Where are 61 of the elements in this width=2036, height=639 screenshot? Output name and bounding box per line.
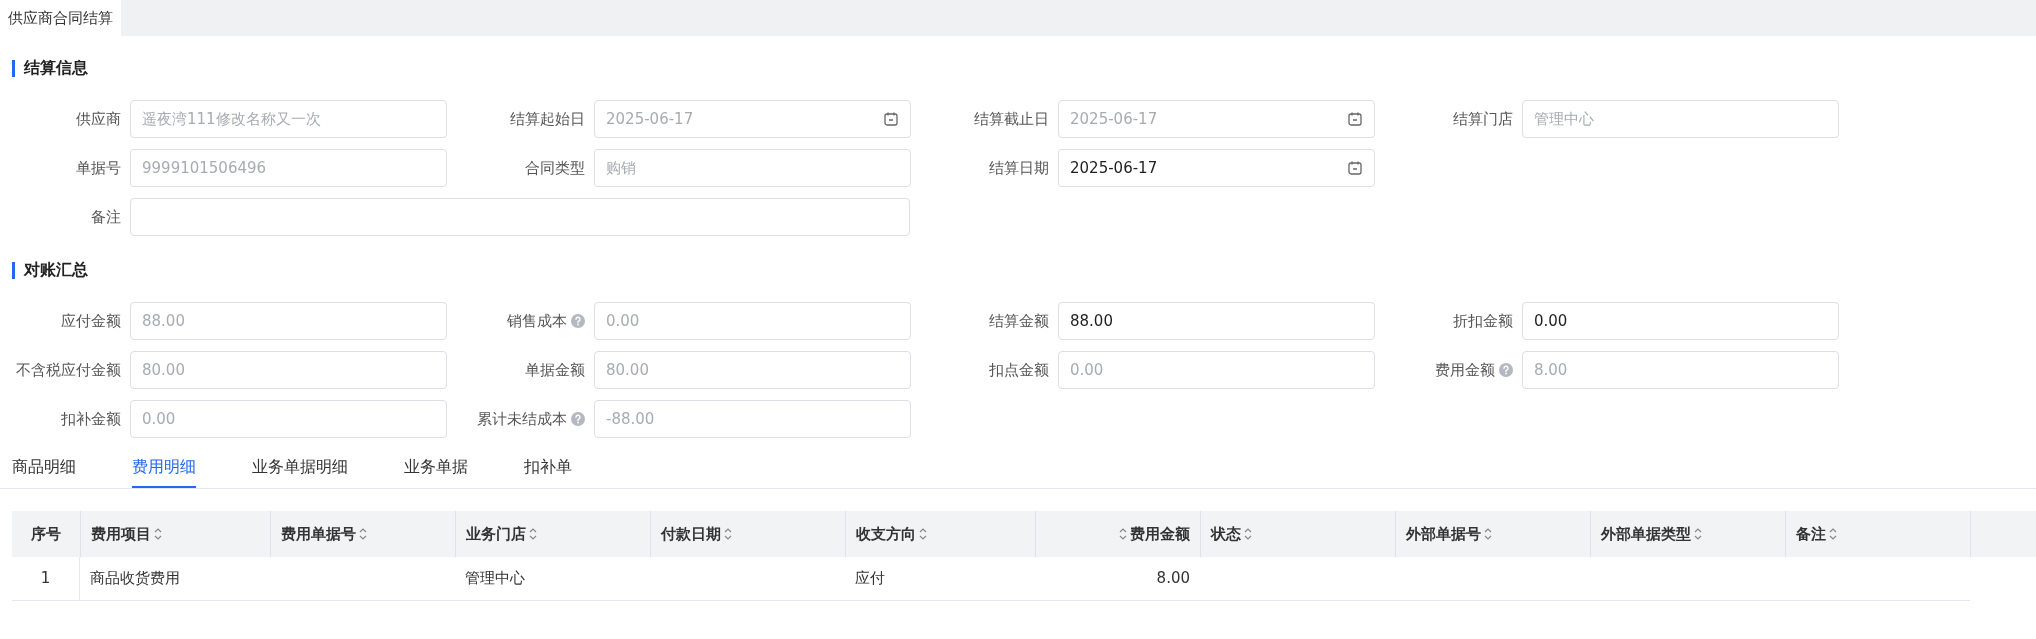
- field-label: 单据号: [76, 160, 121, 176]
- field-label: 累计未结成本: [477, 411, 567, 427]
- column-header: 费用项目: [91, 523, 151, 545]
- sort-icon[interactable]: [1693, 527, 1703, 541]
- column-header: 备注: [1796, 523, 1826, 545]
- input-field[interactable]: 0.00: [1522, 302, 1839, 340]
- column-header: 收支方向: [856, 523, 916, 545]
- column-header: 付款日期: [661, 523, 721, 545]
- field-label: 费用金额: [1435, 362, 1495, 378]
- sort-icon[interactable]: [153, 527, 163, 541]
- calendar-icon: [883, 111, 899, 127]
- calendar-icon: [1347, 111, 1363, 127]
- page-tab[interactable]: 供应商合同结算: [0, 0, 121, 36]
- calendar-icon: [1347, 160, 1363, 176]
- field-label: 单据金额: [525, 362, 585, 378]
- detail-tab[interactable]: 业务单据明细: [252, 448, 348, 488]
- table-cell-text: 管理中心: [465, 568, 525, 590]
- sort-icon[interactable]: [723, 527, 733, 541]
- sort-icon[interactable]: [1243, 527, 1253, 541]
- column-header: 状态: [1211, 523, 1241, 545]
- field-label: 合同类型: [525, 160, 585, 176]
- sort-icon[interactable]: [1118, 527, 1128, 541]
- input-field[interactable]: [130, 198, 910, 236]
- column-header: 业务门店: [466, 523, 526, 545]
- section-marker: [12, 261, 15, 279]
- column-header: 外部单据类型: [1601, 523, 1691, 545]
- field-label: 结算日期: [989, 160, 1049, 176]
- field-label: 结算起始日: [510, 111, 585, 127]
- field-label: 结算门店: [1453, 111, 1513, 127]
- field-label: 供应商: [76, 111, 121, 127]
- detail-tab[interactable]: 费用明细: [132, 448, 196, 488]
- date-field[interactable]: 2025-06-17: [1058, 149, 1375, 187]
- detail-tab[interactable]: 商品明细: [12, 448, 76, 488]
- field-label: 扣点金额: [989, 362, 1049, 378]
- input-field[interactable]: 88.00: [1058, 302, 1375, 340]
- sort-icon[interactable]: [1483, 527, 1493, 541]
- sort-icon[interactable]: [1828, 527, 1838, 541]
- sort-icon[interactable]: [528, 527, 538, 541]
- field-label: 折扣金额: [1453, 313, 1513, 329]
- section-title: 结算信息: [24, 57, 88, 79]
- table-cell-text: 应付: [855, 568, 885, 590]
- field-label: 不含税应付金额: [16, 362, 121, 378]
- field-label: 应付金额: [61, 313, 121, 329]
- table-cell-text: 商品收货费用: [90, 568, 180, 590]
- field-label: 结算截止日: [974, 111, 1049, 127]
- field-label: 销售成本: [507, 313, 567, 329]
- section-title: 对账汇总: [24, 259, 88, 281]
- column-header: 序号: [31, 523, 61, 545]
- sort-icon[interactable]: [918, 527, 928, 541]
- column-header: 外部单据号: [1406, 523, 1481, 545]
- detail-tab[interactable]: 扣补单: [524, 448, 572, 488]
- table-cell-text: 1: [40, 568, 51, 590]
- table-cell-text: 8.00: [1156, 568, 1190, 590]
- field-label: 备注: [91, 209, 121, 225]
- column-header: 费用单据号: [281, 523, 356, 545]
- field-label: 结算金额: [989, 313, 1049, 329]
- sort-icon[interactable]: [358, 527, 368, 541]
- field-label: 扣补金额: [61, 411, 121, 427]
- detail-tab[interactable]: 业务单据: [404, 448, 468, 488]
- section-marker: [12, 59, 15, 77]
- column-header: 费用金额: [1130, 523, 1190, 545]
